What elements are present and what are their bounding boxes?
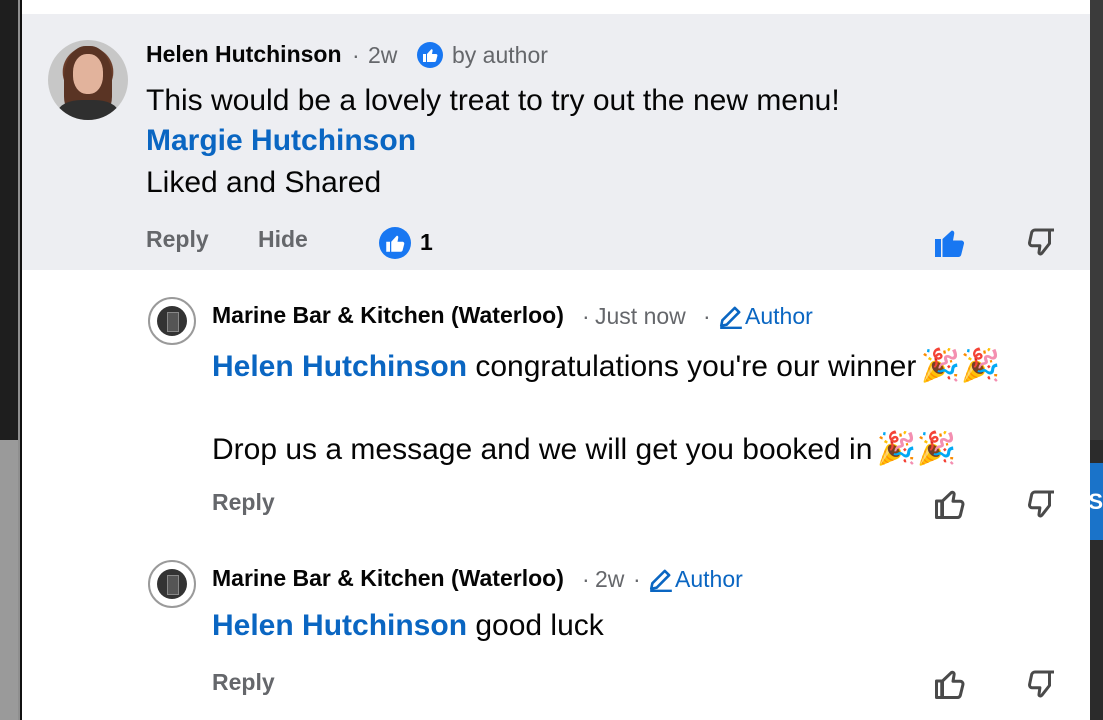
reply-timestamp[interactable]: 2w — [595, 566, 624, 593]
reply-mention[interactable]: Helen Hutchinson — [212, 609, 467, 642]
background-button-fragment[interactable]: S — [1088, 463, 1103, 540]
party-popper-emoji: 🎉🎉 — [920, 347, 1001, 383]
author-badge: Author — [675, 566, 743, 592]
thumbs-down-icon[interactable] — [1024, 666, 1060, 702]
reply-timestamp[interactable]: Just now — [595, 303, 686, 330]
panel-top-edge — [22, 0, 1090, 14]
meta-separator: · — [582, 566, 590, 592]
thumbs-down-icon[interactable] — [1024, 224, 1060, 260]
thumbs-up-icon[interactable] — [932, 666, 968, 702]
reaction-count: 1 — [420, 229, 433, 255]
meta-separator: · — [633, 566, 641, 592]
reply-author-name[interactable]: Marine Bar & Kitchen (Waterloo) — [212, 302, 564, 329]
pencil-icon — [719, 306, 742, 329]
comments-panel: Helen Hutchinson · 2w by author This wou… — [20, 0, 1090, 720]
comment-text-line-1: This would be a lovely treat to try out … — [146, 84, 840, 117]
reply-text-line-1: Helen Hutchinson good luck — [212, 609, 604, 643]
hide-button[interactable]: Hide — [258, 226, 308, 253]
reply-text: good luck — [467, 609, 604, 642]
comment-text-line-2: Liked and Shared — [146, 166, 382, 199]
page-avatar[interactable] — [148, 297, 196, 345]
reaction-like-icon[interactable] — [379, 227, 411, 259]
party-popper-emoji: 🎉🎉 — [876, 430, 957, 466]
comment-author-name[interactable]: Helen Hutchinson — [146, 41, 342, 68]
reply-author-name[interactable]: Marine Bar & Kitchen (Waterloo) — [212, 565, 564, 592]
comment-timestamp[interactable]: 2w — [368, 42, 397, 69]
reply-button[interactable]: Reply — [212, 489, 275, 516]
reply-text: congratulations you're our winner — [467, 350, 917, 383]
reply-text-line-2: Drop us a message and we will get you bo… — [212, 429, 957, 467]
comment-mention[interactable]: Margie Hutchinson — [146, 124, 416, 158]
avatar[interactable] — [48, 40, 128, 120]
reply-text-line-1: Helen Hutchinson congratulations you're … — [212, 346, 1000, 384]
reply-button[interactable]: Reply — [212, 669, 275, 696]
meta-separator: · — [352, 42, 360, 68]
thumbs-down-icon[interactable] — [1024, 486, 1060, 522]
reply-button[interactable]: Reply — [146, 226, 209, 253]
page-avatar[interactable] — [148, 560, 196, 608]
meta-separator: · — [582, 303, 590, 329]
liked-by-author-label: by author — [452, 42, 548, 68]
background-left-edge — [0, 0, 18, 720]
background-right-edge: S — [1088, 0, 1103, 720]
pencil-icon — [649, 569, 672, 592]
author-badge: Author — [745, 303, 813, 329]
reply-mention[interactable]: Helen Hutchinson — [212, 350, 467, 383]
reply-text-2: Drop us a message and we will get you bo… — [212, 433, 873, 466]
thumbs-up-icon[interactable] — [932, 486, 968, 522]
meta-separator: · — [703, 303, 711, 329]
like-badge-icon — [417, 42, 443, 68]
thumbs-up-icon[interactable] — [932, 224, 968, 260]
